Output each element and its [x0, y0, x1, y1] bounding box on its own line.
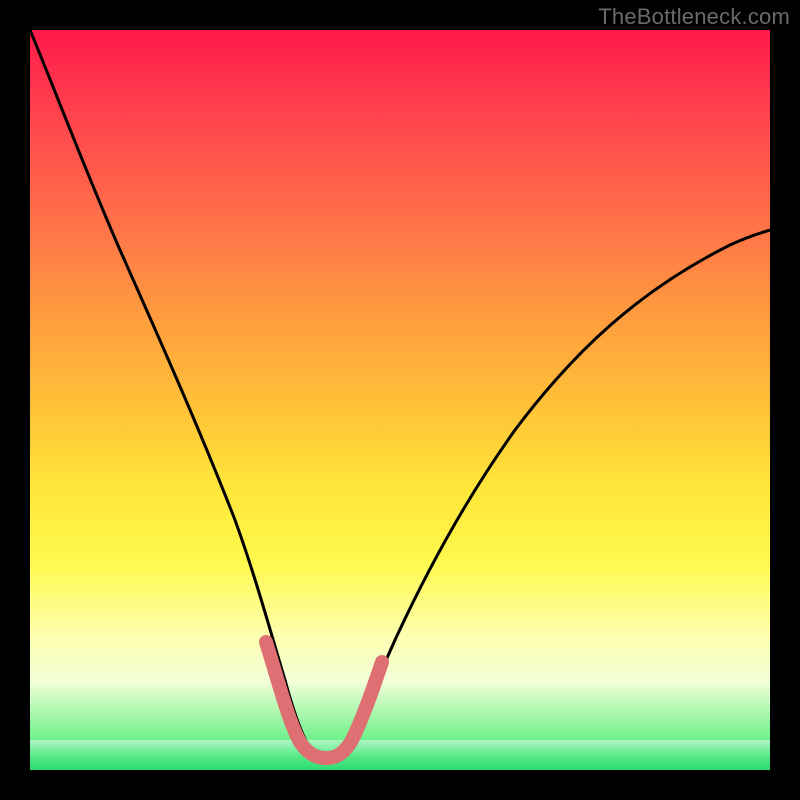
watermark-text: TheBottleneck.com [598, 4, 790, 30]
plot-area [30, 30, 770, 770]
curve-svg [30, 30, 770, 770]
chart-frame: TheBottleneck.com [0, 0, 800, 800]
bottleneck-curve-path [30, 30, 770, 755]
